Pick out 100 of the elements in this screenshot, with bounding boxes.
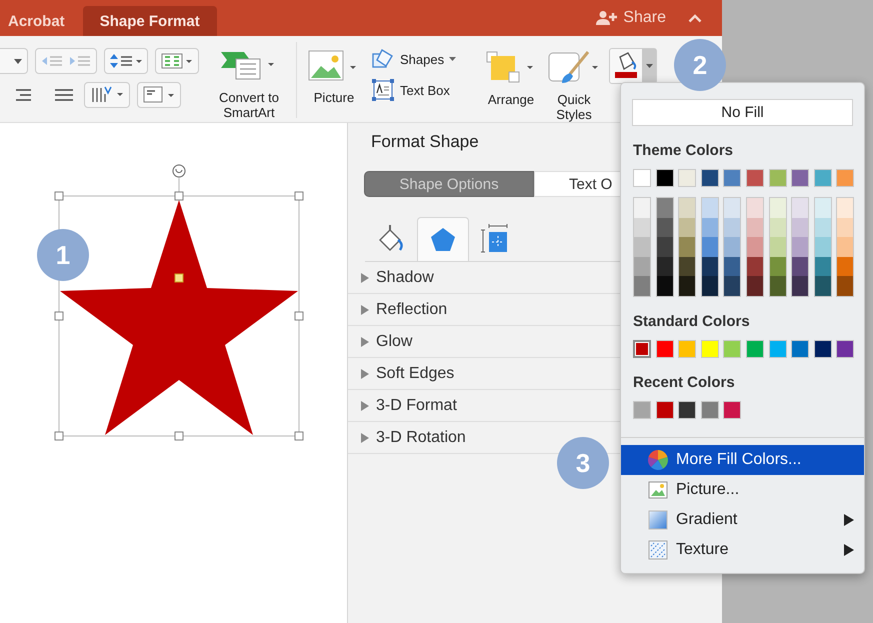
color-swatch[interactable] [768,169,787,187]
color-swatch[interactable] [679,276,696,296]
color-swatch[interactable] [656,198,673,218]
color-swatch[interactable] [656,340,674,358]
line-spacing-button[interactable] [104,48,148,74]
color-swatch[interactable] [792,237,808,257]
columns-button[interactable] [155,48,199,74]
justify-icon[interactable] [54,88,74,102]
color-swatch[interactable] [746,256,763,276]
color-swatch[interactable] [837,198,854,218]
color-swatch[interactable] [770,237,786,257]
color-swatch[interactable] [678,169,696,187]
color-swatch[interactable] [724,256,740,276]
picture-button[interactable]: Picture [305,36,363,105]
color-swatch[interactable] [702,237,718,257]
share-button[interactable]: Share [596,9,666,27]
color-swatch[interactable] [746,198,763,218]
color-swatch[interactable] [791,340,810,358]
color-swatch[interactable] [746,237,763,257]
color-swatch[interactable] [791,169,810,187]
color-swatch[interactable] [792,198,808,218]
color-swatch[interactable] [656,169,674,187]
color-swatch[interactable] [678,400,696,419]
menu-item[interactable]: Gradient [621,504,864,535]
color-swatch[interactable] [724,276,740,296]
color-swatch[interactable] [633,169,651,187]
color-swatch[interactable] [656,218,673,238]
color-swatch[interactable] [770,198,786,218]
color-swatch[interactable] [700,169,719,187]
color-swatch[interactable] [814,218,831,238]
color-swatch[interactable] [723,400,742,419]
align-text-button[interactable] [137,82,181,108]
color-swatch[interactable] [746,340,764,358]
color-swatch[interactable] [633,340,651,358]
selected-star-shape[interactable] [54,164,304,440]
color-swatch[interactable] [634,237,650,257]
color-swatch[interactable] [814,169,832,187]
color-swatch[interactable] [770,276,786,296]
color-swatch[interactable] [723,169,742,187]
dropdown-arrow-button[interactable] [642,49,656,83]
color-swatch[interactable] [814,198,831,218]
color-swatch[interactable] [679,198,696,218]
color-swatch[interactable] [814,276,831,296]
color-swatch[interactable] [792,218,808,238]
color-swatch[interactable] [837,218,854,238]
color-swatch[interactable] [702,218,718,238]
convert-to-smartart-button[interactable]: Convert to SmartArt [208,36,290,120]
shape-fill-button[interactable] [609,48,657,84]
ribbon-tab[interactable]: Shape Format [82,6,217,36]
color-swatch[interactable] [746,276,763,296]
ribbon-tab[interactable]: Acrobat [0,6,83,36]
indent-buttons[interactable] [35,48,97,74]
color-swatch[interactable] [634,256,650,276]
color-swatch[interactable] [724,198,740,218]
menu-item[interactable]: More Fill Colors... [621,444,864,475]
color-swatch[interactable] [723,340,742,358]
collapse-ribbon-icon[interactable] [688,14,702,22]
color-swatch[interactable] [700,400,719,419]
color-swatch[interactable] [724,218,740,238]
color-swatch[interactable] [656,237,673,257]
color-swatch[interactable] [724,237,740,257]
color-swatch[interactable] [837,256,854,276]
color-swatch[interactable] [770,256,786,276]
color-swatch[interactable] [770,218,786,238]
color-swatch[interactable] [837,276,854,296]
shapes-button[interactable]: Shapes [371,48,475,70]
color-swatch[interactable] [679,256,696,276]
icon-tab[interactable] [417,217,469,261]
color-swatch[interactable] [679,237,696,257]
color-swatch[interactable] [836,340,854,358]
menu-item[interactable]: Picture... [621,474,864,505]
color-swatch[interactable] [679,218,696,238]
color-swatch[interactable] [656,276,673,296]
color-swatch[interactable] [678,340,696,358]
quick-styles-button[interactable]: Quick Styles [545,36,603,122]
color-swatch[interactable] [768,340,787,358]
color-swatch[interactable] [814,256,831,276]
color-swatch[interactable] [746,169,764,187]
color-swatch[interactable] [702,276,718,296]
color-swatch[interactable] [634,276,650,296]
color-swatch[interactable] [656,256,673,276]
color-swatch[interactable] [792,276,808,296]
color-swatch[interactable] [634,198,650,218]
color-swatch[interactable] [702,256,718,276]
text-direction-button[interactable] [84,82,130,108]
no-fill-button[interactable]: No Fill [632,99,853,126]
text-box-button[interactable]: Text Box [371,78,475,102]
color-swatch[interactable] [702,198,718,218]
color-swatch[interactable] [633,400,651,419]
arrange-button[interactable]: Arrange [481,36,541,107]
menu-item[interactable]: Texture [621,534,864,565]
color-swatch[interactable] [700,340,719,358]
color-swatch[interactable] [792,256,808,276]
color-swatch[interactable] [814,237,831,257]
color-swatch[interactable] [814,340,832,358]
dropdown-button[interactable] [0,48,28,74]
color-swatch[interactable] [634,218,650,238]
color-swatch[interactable] [746,218,763,238]
color-swatch[interactable] [837,237,854,257]
color-swatch[interactable] [836,169,854,187]
